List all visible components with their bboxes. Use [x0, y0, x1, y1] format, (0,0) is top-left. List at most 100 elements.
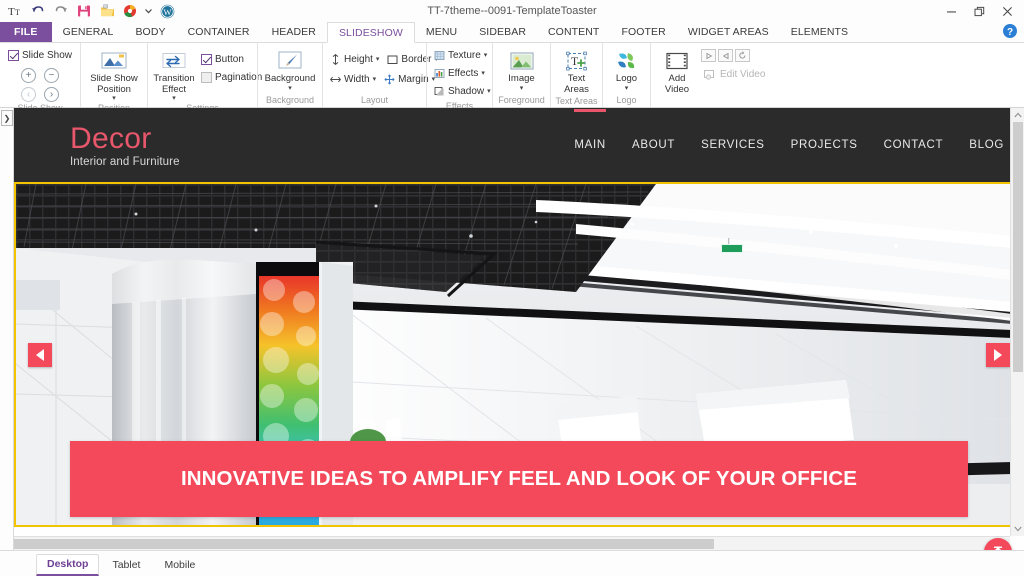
video-play-button[interactable] — [701, 49, 716, 62]
transition-effect-icon — [161, 48, 187, 74]
quick-access-toolbar: TT W — [0, 0, 175, 22]
vertical-scroll-track[interactable] — [1011, 122, 1024, 522]
nav-item-contact[interactable]: CONTACT — [884, 133, 944, 157]
site-brand[interactable]: Decor Interior and Furniture — [14, 123, 180, 168]
scroll-up-button[interactable] — [1011, 108, 1024, 122]
group-label-video — [655, 95, 756, 107]
slideshow-prev-button[interactable] — [28, 343, 52, 367]
slideshow-region[interactable]: INNOVATIVE IDEAS TO AMPLIFY FEEL AND LOO… — [14, 182, 1024, 527]
nav-item-blog[interactable]: BLOG — [969, 133, 1004, 157]
tab-general[interactable]: GENERAL — [52, 22, 125, 42]
window-controls — [938, 0, 1020, 22]
slideshow-caption[interactable]: INNOVATIVE IDEAS TO AMPLIFY FEEL AND LOO… — [70, 441, 968, 517]
chevron-down-icon: ▾ — [288, 85, 292, 92]
redo-icon[interactable] — [53, 3, 69, 19]
vertical-scroll-thumb[interactable] — [1013, 122, 1023, 372]
effects-label: Effects — [448, 68, 478, 79]
previous-slide-button[interactable]: ‹ — [21, 87, 36, 102]
margin-label: Margin — [398, 74, 429, 85]
minimize-button[interactable] — [938, 1, 964, 21]
foreground-image-button[interactable]: Image ▾ — [500, 46, 544, 92]
vertical-scrollbar[interactable] — [1010, 108, 1024, 536]
text-areas-button[interactable]: T Text Areas — [555, 46, 599, 95]
tab-slideshow[interactable]: SLIDESHOW — [327, 22, 415, 43]
add-slide-button[interactable]: + — [21, 68, 36, 83]
brand-title: Decor — [70, 123, 180, 155]
shadow-label: Shadow — [448, 86, 484, 97]
restore-button[interactable] — [966, 1, 992, 21]
next-slide-button[interactable]: › — [44, 87, 59, 102]
device-tab-mobile[interactable]: Mobile — [153, 555, 206, 576]
tab-file[interactable]: FILE — [0, 22, 52, 42]
device-tab-tablet[interactable]: Tablet — [101, 555, 151, 576]
image-icon — [509, 48, 535, 74]
tab-menu[interactable]: MENU — [415, 22, 468, 42]
transition-effect-button[interactable]: Transition Effect ▾ — [152, 46, 196, 102]
horizontal-scroll-thumb[interactable] — [14, 539, 714, 549]
pagination-checkbox[interactable]: Pagination — [198, 69, 265, 86]
templatetoaster-window: TT W TT-7theme--0091-Tem — [0, 0, 1024, 576]
shadow-icon — [434, 86, 445, 97]
slideshow-position-button[interactable]: Slide Show Position ▾ — [86, 46, 142, 102]
close-button[interactable] — [994, 1, 1020, 21]
tab-sidebar[interactable]: SIDEBAR — [468, 22, 537, 42]
tab-widget-areas[interactable]: WIDGET AREAS — [677, 22, 780, 42]
nav-item-main[interactable]: MAIN — [574, 133, 606, 157]
slideshow-next-button[interactable] — [986, 343, 1010, 367]
foreground-image-label: Image — [508, 74, 534, 85]
shadow-button[interactable]: Shadow ▾ — [431, 83, 494, 100]
help-icon[interactable]: ? — [1002, 23, 1018, 39]
undo-icon[interactable] — [30, 3, 46, 19]
logo-button[interactable]: Logo ▾ — [605, 46, 649, 92]
chevron-down-icon: ▾ — [112, 95, 116, 102]
ribbon-group-settings: Transition Effect ▾ Button Pagination Se… — [147, 43, 257, 107]
button-checkbox[interactable]: Button — [198, 51, 265, 68]
device-tab-desktop[interactable]: Desktop — [36, 554, 99, 576]
horizontal-scroll-track[interactable] — [14, 537, 996, 551]
ribbon-group-foreground: Image ▾ Foreground — [492, 43, 550, 107]
checkbox-box — [201, 72, 212, 83]
group-label-text-areas: Text Areas — [555, 95, 598, 108]
wordpress-icon[interactable]: W — [159, 3, 175, 19]
edit-video-button[interactable]: Edit Video — [701, 66, 768, 83]
nav-item-about[interactable]: ABOUT — [632, 133, 675, 157]
width-button[interactable]: Width ▾ — [327, 71, 379, 88]
tab-header[interactable]: HEADER — [261, 22, 327, 42]
open-folder-icon[interactable] — [99, 3, 115, 19]
height-button[interactable]: Height ▾ — [327, 51, 382, 68]
button-checkbox-label: Button — [215, 54, 244, 65]
horizontal-scrollbar[interactable] — [14, 536, 1010, 550]
save-icon[interactable] — [76, 3, 92, 19]
dropdown-icon[interactable] — [145, 3, 152, 19]
ribbon-group-video: Add Video — [650, 43, 760, 107]
nav-item-projects[interactable]: PROJECTS — [791, 133, 858, 157]
tab-footer[interactable]: FOOTER — [610, 22, 676, 42]
tab-content[interactable]: CONTENT — [537, 22, 610, 42]
add-video-button[interactable]: Add Video — [655, 46, 699, 95]
texture-button[interactable]: Texture ▾ — [431, 47, 490, 64]
video-loop-button[interactable] — [735, 49, 750, 62]
tab-body[interactable]: BODY — [124, 22, 176, 42]
video-mute-button[interactable] — [718, 49, 733, 62]
site-preview-canvas[interactable]: Decor Interior and Furniture MAIN ABOUT … — [14, 108, 1024, 550]
expand-left-panel-button[interactable]: ❯ — [1, 110, 13, 126]
text-areas-icon: T — [565, 48, 589, 74]
left-panel-rail: ❯ — [0, 108, 14, 550]
nav-item-services[interactable]: SERVICES — [701, 133, 765, 157]
checkbox-box — [8, 50, 19, 61]
ribbon-group-logo: Logo ▾ Logo — [602, 43, 650, 107]
remove-slide-button[interactable]: − — [44, 68, 59, 83]
export-icon[interactable] — [122, 3, 138, 19]
ribbon-group-text-areas: T Text Areas Text Areas — [550, 43, 602, 107]
site-header[interactable]: Decor Interior and Furniture MAIN ABOUT … — [14, 108, 1024, 182]
scroll-down-button[interactable] — [1011, 522, 1024, 536]
chevron-down-icon: ▾ — [520, 85, 524, 92]
tab-elements[interactable]: ELEMENTS — [780, 22, 859, 42]
tab-container[interactable]: CONTAINER — [177, 22, 261, 42]
logo-icon — [615, 48, 639, 74]
tt-logo-icon[interactable]: TT — [7, 3, 23, 19]
svg-text:T: T — [15, 8, 20, 17]
slideshow-enable-checkbox[interactable]: Slide Show — [5, 47, 75, 64]
effects-button[interactable]: Effects ▾ — [431, 65, 488, 82]
background-button[interactable]: Background ▾ — [262, 46, 318, 92]
